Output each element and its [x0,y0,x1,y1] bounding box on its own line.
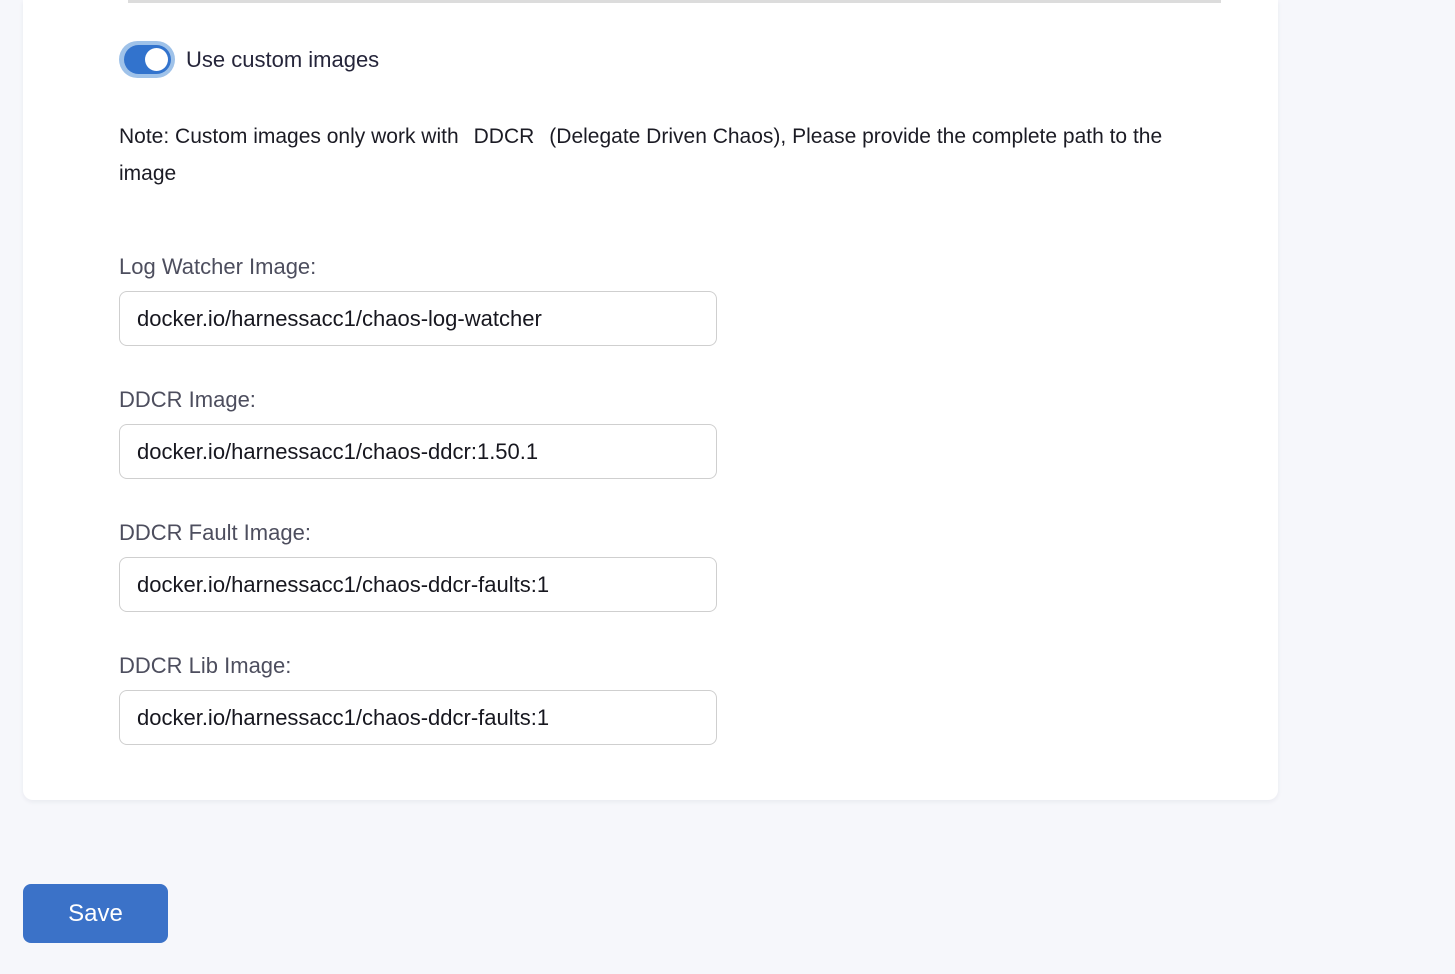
log-watcher-image-field: Log Watcher Image: [119,254,1278,346]
log-watcher-image-input[interactable] [119,291,717,346]
ddcr-image-field: DDCR Image: [119,387,1278,479]
note-ddcr-term: DDCR [474,125,535,148]
ddcr-lib-image-field: DDCR Lib Image: [119,653,1278,745]
ddcr-image-label: DDCR Image: [119,387,1278,413]
ddcr-fault-image-field: DDCR Fault Image: [119,520,1278,612]
use-custom-images-toggle-row: Use custom images [119,41,1278,78]
log-watcher-image-label: Log Watcher Image: [119,254,1278,280]
save-button[interactable]: Save [23,884,168,943]
ddcr-fault-image-label: DDCR Fault Image: [119,520,1278,546]
ddcr-image-input[interactable] [119,424,717,479]
note-prefix: Note: Custom images only work with [119,125,459,148]
ddcr-lib-image-label: DDCR Lib Image: [119,653,1278,679]
ddcr-lib-image-input[interactable] [119,690,717,745]
custom-images-note: Note: Custom images only work withDDCR(D… [119,118,1164,192]
custom-images-section: Use custom images Note: Custom images on… [23,0,1278,745]
use-custom-images-label: Use custom images [186,47,379,73]
settings-card: Use custom images Note: Custom images on… [23,0,1278,800]
toggle-knob [145,48,168,71]
ddcr-fault-image-input[interactable] [119,557,717,612]
use-custom-images-toggle[interactable] [119,41,175,78]
toggle-track [124,45,171,74]
image-fields: Log Watcher Image: DDCR Image: DDCR Faul… [119,254,1278,745]
section-divider [128,0,1221,3]
